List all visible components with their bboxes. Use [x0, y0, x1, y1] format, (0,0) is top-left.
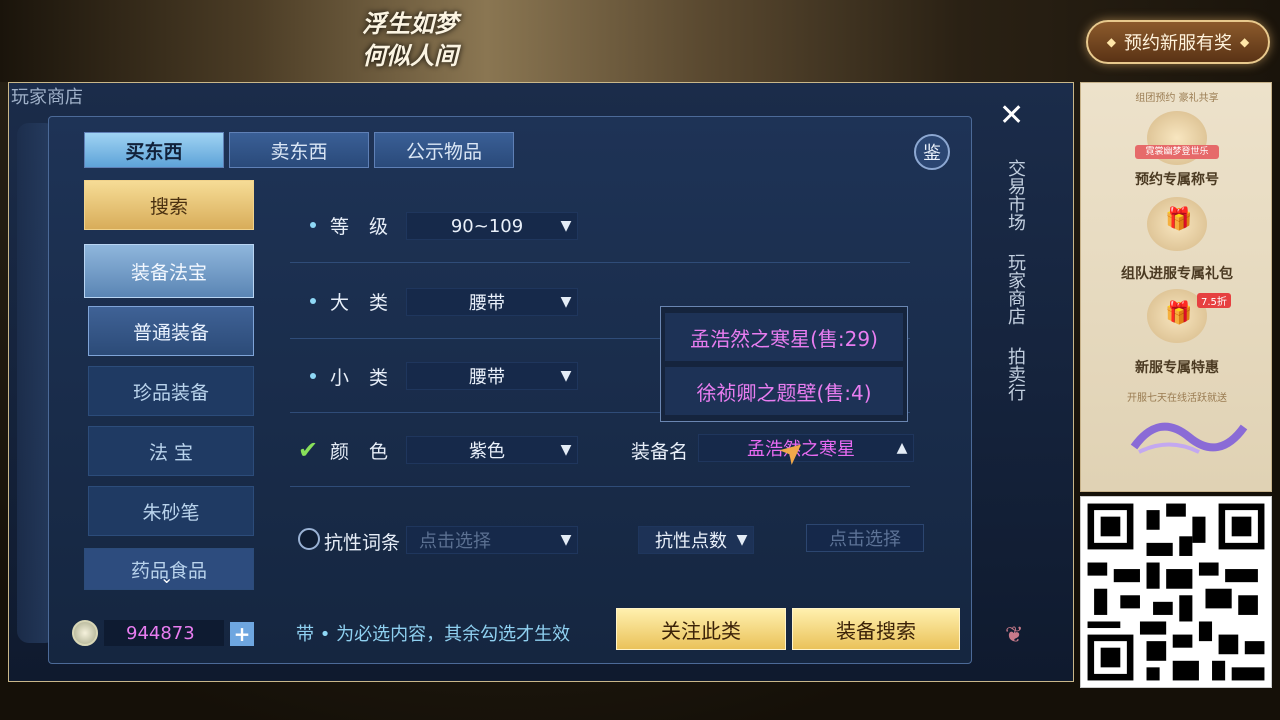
divider	[290, 262, 910, 263]
required-bullet	[310, 298, 316, 304]
tab-buy[interactable]: 买东西	[84, 132, 224, 168]
window-title: 玩家商店	[11, 87, 83, 108]
add-currency-button[interactable]: +	[230, 622, 254, 646]
resist-points-label: 抗性点数	[655, 531, 727, 552]
sidebar-treasure[interactable]: 法 宝	[88, 426, 254, 476]
resist-entry-label: 抗性词条	[324, 532, 401, 554]
nav-auction[interactable]: 拍卖行	[1003, 347, 1027, 401]
promo-badge: 霓裳幽梦登世乐	[1135, 145, 1219, 159]
chevron-down-icon[interactable]: ⌄	[160, 568, 173, 587]
major-category-label: 大类	[330, 292, 409, 314]
tab-public-items[interactable]: 公示物品	[374, 132, 514, 168]
mount-icon	[1130, 422, 1248, 454]
major-category-value: 腰带	[469, 293, 505, 314]
chevron-down-icon: ▼	[560, 368, 572, 384]
color-label: 颜色	[330, 441, 409, 463]
promo-panel[interactable]: 组团预约 豪礼共享 霓裳幽梦登世乐 预约专属称号 🎁 组队进服专属礼包 🎁 7.…	[1080, 82, 1272, 492]
reserve-label: 预约新服有奖	[1124, 33, 1232, 54]
divider	[290, 486, 910, 487]
required-bullet	[310, 373, 316, 379]
chevron-up-icon: ▲	[896, 440, 908, 456]
resist-entry-radio[interactable]	[298, 528, 320, 550]
chevron-down-icon: ▼	[560, 532, 572, 548]
sidebar-rare-equip[interactable]: 珍品装备	[88, 366, 254, 416]
qr-code-icon	[1087, 503, 1265, 681]
banner-title-line1: 浮生如梦	[362, 9, 458, 38]
promo-item-title: 预约专属称号	[1135, 172, 1219, 188]
level-value: 90~109	[450, 215, 524, 237]
major-category-select[interactable]: 腰带 ▼	[406, 288, 578, 316]
gift-icon: 🎁	[1165, 301, 1193, 326]
nav-player-shop[interactable]: 玩家商店	[1003, 253, 1027, 325]
nav-trade-market[interactable]: 交易市场	[1003, 159, 1027, 231]
required-hint: 带 • 为必选内容，其余勾选才生效	[296, 620, 570, 646]
minor-category-label: 小类	[330, 367, 409, 389]
sidebar-equip-treasure[interactable]: 装备法宝	[84, 244, 254, 298]
diamond-icon: ◆	[1240, 35, 1250, 49]
resist-entry-select[interactable]: 点击选择 ▼	[406, 526, 578, 554]
resist-points-input[interactable]: 点击选择	[806, 524, 924, 552]
promo-bottom-text: 开服七天在线活跃就送	[1127, 393, 1227, 404]
coin-icon	[72, 620, 98, 646]
banner-title-line2: 何似人间	[362, 41, 458, 70]
banner-title: 浮生如梦 何似人间	[340, 8, 480, 72]
diamond-icon: ◆	[1106, 35, 1116, 49]
appraise-button[interactable]: 鉴	[914, 134, 950, 170]
chevron-down-icon: ▼	[560, 218, 572, 234]
tab-sell[interactable]: 卖东西	[229, 132, 369, 168]
top-banner: 浮生如梦 何似人间 ◆ 预约新服有奖 ◆	[0, 0, 1280, 82]
hint-prefix: 带	[296, 624, 314, 645]
close-icon[interactable]: ✕	[999, 101, 1024, 131]
required-bullet	[310, 222, 316, 228]
reserve-new-server-button[interactable]: ◆ 预约新服有奖 ◆	[1086, 20, 1270, 64]
gift-icon: 🎁	[1165, 207, 1193, 232]
dropdown-option[interactable]: 孟浩然之寒星(售:29)	[665, 313, 903, 361]
sidebar-normal-equip[interactable]: 普通装备	[88, 306, 254, 356]
hint-text: 为必选内容，其余勾选才生效	[336, 624, 571, 645]
chevron-down-icon: ▼	[560, 294, 572, 310]
resist-entry-placeholder: 点击选择	[419, 531, 491, 552]
promo-item-team-gift: 组队进服专属礼包	[1121, 266, 1233, 282]
resist-points-select[interactable]: 抗性点数 ▼	[638, 526, 754, 554]
sidebar-cinnabar-pen[interactable]: 朱砂笔	[88, 486, 254, 536]
minor-category-select[interactable]: 腰带 ▼	[406, 362, 578, 390]
vertical-nav: 交易市场 玩家商店 拍卖行	[1001, 159, 1029, 401]
follow-category-button[interactable]: 关注此类	[616, 608, 786, 650]
flower-icon: ❦	[1005, 623, 1024, 648]
equip-name-label: 装备名	[631, 441, 689, 463]
qr-code	[1080, 496, 1272, 688]
sidebar-search[interactable]: 搜索	[84, 180, 254, 230]
chevron-down-icon: ▼	[736, 532, 748, 548]
sale-badge: 7.5折	[1197, 293, 1231, 308]
minor-category-value: 腰带	[469, 367, 505, 388]
color-value: 紫色	[469, 441, 505, 462]
check-icon[interactable]: ✔	[298, 436, 318, 464]
color-select[interactable]: 紫色 ▼	[406, 436, 578, 464]
level-select[interactable]: 90~109 ▼	[406, 212, 578, 240]
currency-amount: 944873	[104, 620, 224, 646]
dropdown-option[interactable]: 徐祯卿之题壁(售:4)	[665, 367, 903, 415]
promo-top-text: 组团预约 豪礼共享	[1135, 93, 1219, 104]
level-label: 等级	[330, 216, 409, 238]
bullet-icon: •	[319, 624, 331, 645]
equip-search-button[interactable]: 装备搜索	[792, 608, 960, 650]
equip-name-dropdown: 孟浩然之寒星(售:29) 徐祯卿之题壁(售:4)	[660, 306, 908, 422]
chevron-down-icon: ▼	[560, 442, 572, 458]
promo-item-sale: 新服专属特惠	[1135, 360, 1219, 376]
